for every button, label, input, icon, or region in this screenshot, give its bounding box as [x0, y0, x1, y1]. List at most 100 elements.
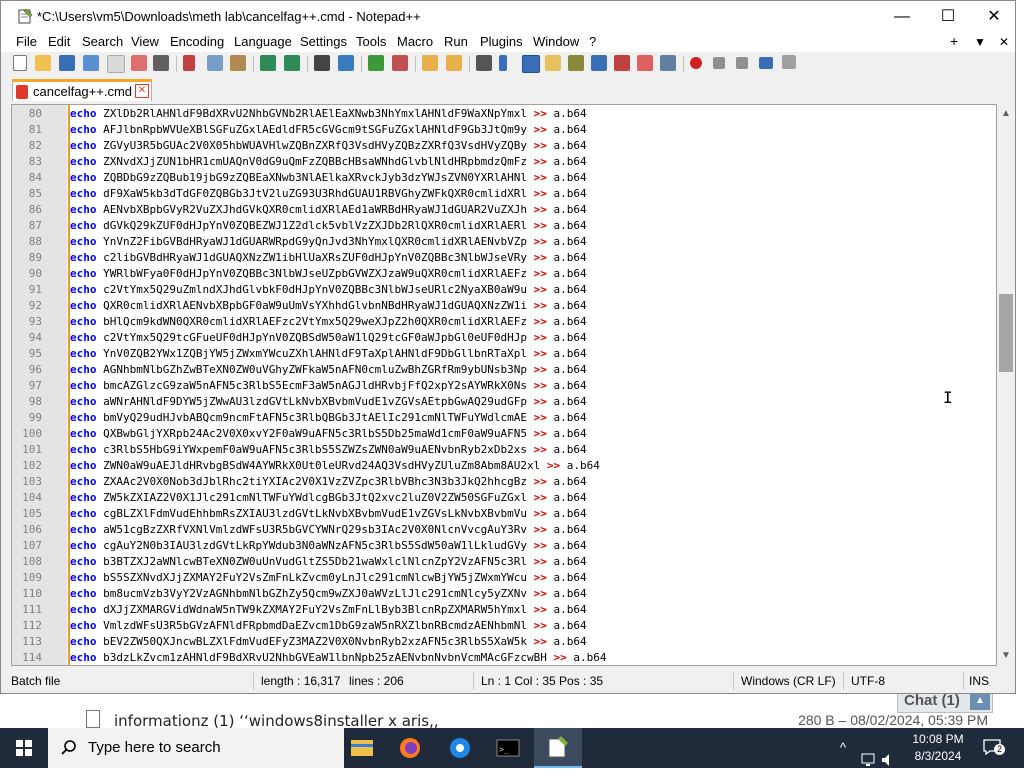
menu-language[interactable]: Language	[234, 34, 292, 49]
taskbar-search-box[interactable]: Type here to search	[48, 728, 344, 768]
code-line[interactable]: 99 echo bmVyQ29udHJvbABQcm9ncmFtAFN5c3Rlb…	[12, 410, 996, 426]
record-macro-icon[interactable]	[690, 57, 702, 69]
code-line[interactable]: 100 echo QXBwbGljYXRpb24Ac2V0X0xvY2F0aW9u…	[12, 426, 996, 442]
menu-run[interactable]: Run	[444, 34, 468, 49]
menu-view[interactable]: View	[131, 34, 159, 49]
code-line[interactable]: 106 echo aW51cgBzZXRfVXNlVmlzdWFsU3R5bGVC…	[12, 522, 996, 538]
open-folder-icon[interactable]	[35, 55, 51, 71]
code-line[interactable]: 91 echo c2VtYmx5Q29uZmlndXJhdGlvbkF0dHJpY…	[12, 282, 996, 298]
code-line[interactable]: 97 echo bmcAZGlzcG9zaW5nAFN5c3RlbS5EcmF3a…	[12, 378, 996, 394]
close-all-icon[interactable]	[131, 55, 147, 71]
code-line[interactable]: 88 echo YnVnZ2FibGVBdHRyaWJ1dGUARWRpdG9yQ…	[12, 234, 996, 250]
menu-window[interactable]: Window	[533, 34, 579, 49]
code-line[interactable]: 95 echo YnV0ZQB2YWx1ZQBjYW5jZWxmYWcuZXhlA…	[12, 346, 996, 362]
sync-horizontal-icon[interactable]	[446, 55, 462, 71]
code-line[interactable]: 107 echo cgAuY2N0b3IAU3lzdGVtLkRpYWdub3N0…	[12, 538, 996, 554]
notification-center-icon[interactable]: 2	[982, 738, 1005, 756]
close-button[interactable]: ✕	[971, 1, 1017, 32]
line-content[interactable]: echo ZW5kZXIAZ2V0X1Jlc291cmNlTWFuYWdlcgB…	[70, 490, 587, 506]
line-content[interactable]: echo bmVyQ29udHJvbABQcm9ncmFtAFN5c3RlbQB…	[70, 410, 587, 426]
code-line[interactable]: 105 echo cgBLZXlFdmVudEhhbmRsZXIAU3lzdGVt…	[12, 506, 996, 522]
menu-encoding[interactable]: Encoding	[170, 34, 224, 49]
code-line[interactable]: 113 echo bEV2ZW50QXJncwBLZXlFdmVudEFyZ3MA…	[12, 634, 996, 650]
code-line[interactable]: 80 echo ZXlDb2RlAHNldF9BdXRvU2NhbGVNb2RlA…	[12, 106, 996, 122]
code-line[interactable]: 98 echo aWNrAHNldF9DYW5jZWwAU3lzdGVtLkNvb…	[12, 394, 996, 410]
menu-macro[interactable]: Macro	[397, 34, 433, 49]
line-content[interactable]: echo YnVnZ2FibGVBdHRyaWJ1dGUARWRpdG9yQnJ…	[70, 234, 587, 250]
code-line[interactable]: 96 echo AGNhbmNlbGZhZwBTeXN0ZW0uVGhyZWFka…	[12, 362, 996, 378]
code-line[interactable]: 81 echo AFJlbnRpbWVUeXBlSGFuZGxlAEdldFR5c…	[12, 122, 996, 138]
document-map-icon[interactable]	[568, 55, 584, 71]
menu-file[interactable]: File	[16, 34, 37, 49]
menu-tools[interactable]: Tools	[356, 34, 386, 49]
code-lines[interactable]: 80 echo ZXlDb2RlAHNldF9BdXRvU2NhbGVNb2RlA…	[12, 106, 996, 665]
firefox-icon[interactable]	[386, 728, 434, 768]
line-content[interactable]: echo b3BTZXJ2aWNlcwBTeXN0ZW0uUnVudGltZS5…	[70, 554, 587, 570]
volume-icon[interactable]	[880, 740, 896, 780]
line-content[interactable]: echo YWRlbWFya0F0dHJpYnV0ZQBBc3NlbWJseUZ…	[70, 266, 587, 282]
line-content[interactable]: echo ZWN0aW9uAEJldHRvbgBSdW4AYWRkX0Ut0le…	[70, 458, 600, 474]
code-line[interactable]: 114 echo b3dzLkZvcm1zAHNldF9BdXRvU2NhbGVE…	[12, 650, 996, 665]
menu-help[interactable]: ?	[589, 34, 596, 49]
line-content[interactable]: echo ZQBDbG9zZQBub19jbG9zZQBEaXNwb3NlAEl…	[70, 170, 587, 186]
line-content[interactable]: echo AFJlbnRpbWVUeXBlSGFuZGxlAEdldFR5cGV…	[70, 122, 587, 138]
line-content[interactable]: echo bm8ucmVzb3VyY2VzAGNhbmNlbGZhZy5Qcm9…	[70, 586, 587, 602]
line-content[interactable]: echo dF9XaW5kb3dTdGF0ZQBGb3JtV2luZG93U3R…	[70, 186, 587, 202]
code-line[interactable]: 92 echo QXR0cmlidXRlAENvbXBpbGF0aW9uUmVsY…	[12, 298, 996, 314]
chrome-icon[interactable]	[436, 728, 484, 768]
system-clock[interactable]: 10:08 PM 8/3/2024	[900, 731, 976, 765]
replace-icon[interactable]	[338, 55, 354, 71]
save-icon[interactable]	[59, 55, 75, 71]
line-content[interactable]: echo VmlzdWFsU3R5bGVzAFNldFRpbmdDaEZvcm1…	[70, 618, 587, 634]
line-content[interactable]: echo c2VtYmx5Q29uZmlndXJhdGlvbkF0dHJpYnV…	[70, 282, 587, 298]
code-line[interactable]: 87 echo dGVkQ29kZUF0dHJpYnV0ZQBEZWJ1Z2dlc…	[12, 218, 996, 234]
new-file-icon[interactable]	[13, 55, 27, 71]
code-line[interactable]: 112 echo VmlzdWFsU3R5bGVzAFNldFRpbmdDaEZv…	[12, 618, 996, 634]
scroll-down-icon[interactable]: ▼	[997, 648, 1015, 664]
code-line[interactable]: 101 echo c3RlbS5HbG9iYWxpemF0aW9uAFN5c3Rl…	[12, 442, 996, 458]
line-content[interactable]: echo AENvbXBpbGVyR2VuZXJhdGVkQXR0cmlidXR…	[70, 202, 587, 218]
save-macro-icon[interactable]	[782, 55, 796, 69]
line-content[interactable]: echo bS5SZXNvdXJjZXMAY2FuY2VsZmFnLkZvcm0…	[70, 570, 587, 586]
tab-list-button[interactable]: ▼	[974, 35, 986, 49]
line-content[interactable]: echo ZXlDb2RlAHNldF9BdXRvU2NhbGVNb2RlAEl…	[70, 106, 587, 122]
zoom-out-icon[interactable]	[392, 55, 408, 71]
user-defined-language-icon[interactable]	[545, 55, 561, 71]
line-content[interactable]: echo ZXNvdXJjZUN1bHR1cmUAQnV0dG9uQmFzZQB…	[70, 154, 587, 170]
code-line[interactable]: 103 echo ZXAAc2V0X0Nob3dJblRhc2tiYXIAc2V0…	[12, 474, 996, 490]
tab-cancelfag-cmd[interactable]: cancelfag++.cmd ✕	[12, 79, 152, 101]
line-content[interactable]: echo bmcAZGlzcG9zaW5nAFN5c3RlbS5EcmF3aW5…	[70, 378, 587, 394]
code-line[interactable]: 90 echo YWRlbWFya0F0dHJpYnV0ZQBBc3NlbWJse…	[12, 266, 996, 282]
undo-icon[interactable]	[260, 55, 276, 71]
code-line[interactable]: 109 echo bS5SZXNvdXJjZXMAY2FuY2VsZmFnLkZv…	[12, 570, 996, 586]
line-content[interactable]: echo ZGVyU3R5bGUAc2V0X05hbWUAVHlwZQBnZXR…	[70, 138, 587, 154]
line-content[interactable]: echo QXR0cmlidXRlAENvbXBpbGF0aW9uUmVsYXh…	[70, 298, 587, 314]
new-tab-button[interactable]: +	[950, 33, 958, 49]
code-line[interactable]: 93 echo bHlQcm9kdWN0QXR0cmlidXRlAEFzc2VtY…	[12, 314, 996, 330]
scrollbar-thumb[interactable]	[999, 294, 1013, 372]
close-document-button[interactable]: ✕	[999, 35, 1009, 49]
line-content[interactable]: echo dGVkQ29kZUF0dHJpYnV0ZQBEZWJ1Z2dlck5…	[70, 218, 587, 234]
redo-icon[interactable]	[284, 55, 300, 71]
line-content[interactable]: echo cgAuY2N0b3IAU3lzdGVtLkRpYWdub3N0aWN…	[70, 538, 587, 554]
line-content[interactable]: echo b3dzLkZvcm1zAHNldF9BdXRvU2NhbGVEaW1…	[70, 650, 606, 665]
line-content[interactable]: echo bHlQcm9kdWN0QXR0cmlidXRlAEFzc2VtYmx…	[70, 314, 587, 330]
code-line[interactable]: 94 echo c2VtYmx5Q29tcGFueUF0dHJpYnV0ZQBSd…	[12, 330, 996, 346]
save-all-icon[interactable]	[83, 55, 99, 71]
chevron-up-icon[interactable]: ▲	[970, 692, 990, 710]
folder-as-workspace-icon[interactable]	[637, 55, 653, 71]
line-content[interactable]: echo bEV2ZW50QXJncwBLZXlFdmVudEFyZ3MAZ2V…	[70, 634, 587, 650]
word-wrap-icon[interactable]	[476, 55, 492, 71]
line-content[interactable]: echo c2libGVBdHRyaWJ1dGUAQXNzZW1ibHlUaXR…	[70, 250, 587, 266]
minimize-button[interactable]: —	[879, 1, 925, 32]
chevron-up-tray-icon[interactable]: ^	[840, 740, 846, 780]
copy-icon[interactable]	[207, 55, 223, 71]
code-line[interactable]: 108 echo b3BTZXJ2aWNlcwBTeXN0ZW0uUnVudGlt…	[12, 554, 996, 570]
paste-icon[interactable]	[230, 55, 246, 71]
line-content[interactable]: echo c2VtYmx5Q29tcGFueUF0dHJpYnV0ZQBSdW5…	[70, 330, 587, 346]
network-icon[interactable]	[860, 740, 878, 780]
title-bar[interactable]: *C:\Users\vm5\Downloads\meth lab\cancelf…	[1, 1, 1015, 32]
code-line[interactable]: 110 echo bm8ucmVzb3VyY2VzAGNhbmNlbGZhZy5Q…	[12, 586, 996, 602]
notepad-plus-plus-taskbar-button[interactable]	[534, 728, 582, 768]
line-content[interactable]: echo aW51cgBzZXRfVXNlVmlzdWFsU3R5bGVCYWN…	[70, 522, 587, 538]
